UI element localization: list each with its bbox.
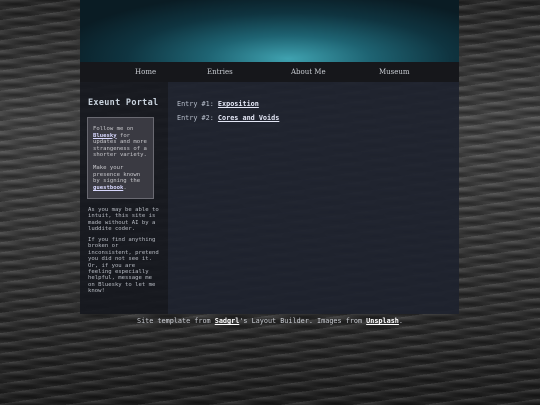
- entry-item: Entry #2: Cores and Voids: [177, 114, 279, 122]
- entry-number: Entry #2:: [177, 114, 218, 122]
- guestbook-note-text: Make your presence known by signing the: [93, 164, 141, 185]
- nav-museum-link[interactable]: Museum: [379, 68, 410, 76]
- top-navigation: Home Entries About Me Museum: [80, 62, 459, 82]
- bluesky-note-text: Follow me on: [93, 126, 134, 132]
- page-container: Home Entries About Me Museum Exeunt Port…: [80, 0, 459, 318]
- entry-link-exposition[interactable]: Exposition: [218, 100, 259, 108]
- bluesky-note: Follow me on Bluesky for updates and mor…: [93, 126, 148, 159]
- guestbook-note-text-end: .: [123, 184, 127, 191]
- footer-text: Site template from: [136, 317, 215, 325]
- footer-text-end: .: [398, 317, 403, 325]
- nav-about-me-link[interactable]: About Me: [291, 68, 326, 76]
- footer-text-mid: 's Layout Builder. Images from: [239, 317, 367, 325]
- unsplash-link[interactable]: Unsplash: [366, 317, 399, 325]
- broken-content-note: If you find anything broken or inconsist…: [88, 237, 159, 295]
- sidebar: Exeunt Portal Follow me on Bluesky for u…: [80, 82, 168, 314]
- site-title: Exeunt Portal: [88, 98, 159, 108]
- nav-entries-link[interactable]: Entries: [207, 68, 233, 76]
- sadgrl-link[interactable]: Sadgrl: [215, 317, 240, 325]
- nav-home-link[interactable]: Home: [135, 68, 156, 76]
- info-box: Follow me on Bluesky for updates and mor…: [87, 117, 154, 199]
- entry-item: Entry #1: Exposition: [177, 100, 259, 108]
- guestbook-link[interactable]: guestbook: [93, 185, 123, 191]
- footer: Site template from Sadgrl's Layout Build…: [0, 317, 540, 325]
- bluesky-link[interactable]: Bluesky: [93, 133, 117, 139]
- entry-number: Entry #1:: [177, 100, 218, 108]
- main-content: Entry #1: Exposition Entry #2: Cores and…: [168, 82, 459, 314]
- no-ai-note: As you may be able to intuit, this site …: [88, 207, 159, 233]
- guestbook-note: Make your presence known by signing the …: [93, 165, 148, 191]
- header-banner-image: [80, 0, 459, 62]
- entry-link-cores-and-voids[interactable]: Cores and Voids: [218, 114, 279, 122]
